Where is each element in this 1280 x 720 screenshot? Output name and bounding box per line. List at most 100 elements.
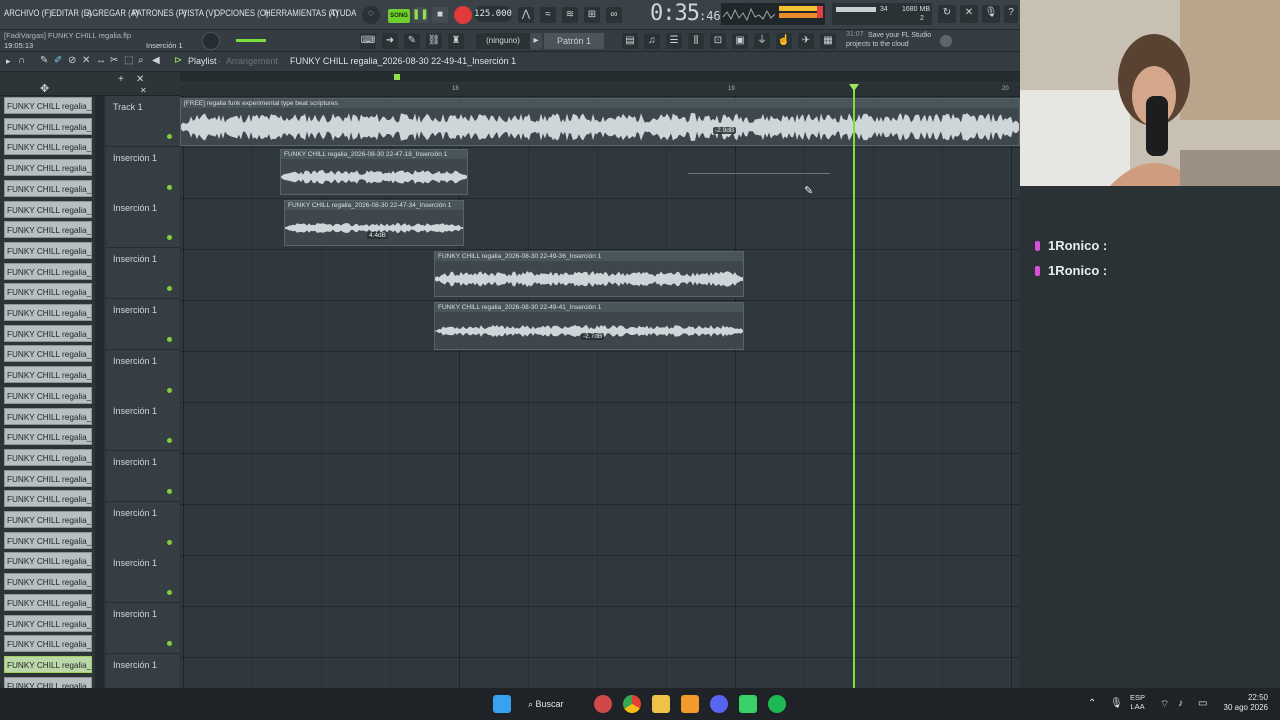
track-header[interactable]: Track 1 <box>106 96 180 147</box>
picker-item[interactable]: FUNKY CHILL regalia_202... <box>4 573 92 591</box>
step-edit-icon[interactable]: ⊞ <box>584 7 600 23</box>
pattern-selector[interactable]: Patrón 1 <box>544 33 604 49</box>
track-name[interactable]: Track 1 <box>113 102 143 112</box>
move-icon[interactable]: ✥ <box>40 82 49 95</box>
playhead[interactable] <box>853 84 855 688</box>
slice-tool-icon[interactable]: ✂ <box>110 55 118 66</box>
menu-vista[interactable]: VISTA (V) <box>182 8 216 19</box>
menu-patrones[interactable]: PATRONES (P) <box>132 8 186 19</box>
channel-select[interactable]: (ninguno) <box>476 33 530 49</box>
track-led-icon[interactable] <box>167 134 172 139</box>
slip-tool-icon[interactable]: ↔ <box>96 55 106 66</box>
add-track-icon[interactable]: + <box>118 74 124 85</box>
stamp-icon[interactable]: ♜ <box>448 33 464 49</box>
track-name[interactable]: Inserción 1 <box>113 508 157 518</box>
track-name[interactable]: Inserción 1 <box>113 356 157 366</box>
picker-item[interactable]: FUNKY CHILL regalia_202... <box>4 552 92 570</box>
track-header[interactable]: Inserción 1 <box>106 248 180 300</box>
taskbar-clock[interactable]: 22:50 30 ago 2026 <box>1220 693 1269 713</box>
tempo-display[interactable]: 125.000 <box>474 6 512 22</box>
link-icon[interactable]: ⛓ <box>426 33 442 49</box>
undo-icon[interactable]: ↻ <box>938 5 956 23</box>
record-button[interactable]: ● <box>454 6 472 24</box>
track-name[interactable]: Inserción 1 <box>113 609 157 619</box>
paint-tool-icon[interactable]: ✐ <box>54 55 62 66</box>
picker-item[interactable]: FUNKY CHILL regalia_202... <box>4 593 92 611</box>
wifi-icon[interactable]: ⌔ <box>1160 698 1169 711</box>
track-led-icon[interactable] <box>167 590 172 596</box>
stop-button[interactable]: ■ <box>432 7 448 23</box>
picker-item[interactable]: FUNKY CHILL regalia_202... <box>4 635 92 653</box>
track-name[interactable]: Inserción 1 <box>113 558 157 568</box>
track-led-icon[interactable] <box>167 641 172 646</box>
track-name[interactable]: Inserción 1 <box>113 305 157 315</box>
battery-icon[interactable]: ▭ <box>1198 698 1207 709</box>
picker-item[interactable]: FUNKY CHILL regalia_202... <box>4 511 92 528</box>
taskbar-search[interactable]: ⌕ Buscar <box>528 694 576 714</box>
track-header[interactable]: Inserción 1 <box>106 400 180 452</box>
metronome-icon[interactable]: ⋀ <box>518 7 534 23</box>
input-language[interactable]: ESP LAA <box>1130 693 1145 711</box>
picker-item[interactable]: FUNKY CHILL regalia_202... <box>4 262 92 280</box>
picker-item[interactable]: FUNKY CHILL regalia_202... <box>4 179 92 197</box>
picker-scrollbar[interactable] <box>95 96 104 688</box>
track-name[interactable]: Inserción 1 <box>113 457 157 467</box>
audio-clip[interactable]: FUNKY CHILL regalia_2026-08-30 22-49-41_… <box>434 302 744 350</box>
audio-clip[interactable]: FUNKY CHILL regalia_2026-08-30 22-47-18_… <box>280 149 468 195</box>
playlist-icon[interactable]: ▤ <box>622 33 638 49</box>
menu-agregar[interactable]: AGREGAR (A) <box>87 8 139 19</box>
picker-item[interactable]: FUNKY CHILL regalia_202... <box>4 304 92 321</box>
track-name[interactable]: Inserción 1 <box>113 153 157 163</box>
picker-item[interactable]: FUNKY CHILL regalia_202... <box>4 138 92 156</box>
chrome-icon[interactable] <box>623 695 641 713</box>
arrangement-label[interactable]: Arrangement <box>226 56 278 66</box>
picker-item[interactable]: FUNKY CHILL regalia_202... <box>4 448 92 466</box>
arrow-right-icon[interactable]: ➜ <box>382 33 398 49</box>
track-header[interactable]: Inserción 1 <box>106 197 180 249</box>
close-icon[interactable]: ✕ <box>136 74 144 85</box>
picker-item[interactable]: FUNKY CHILL regalia_202... <box>4 490 92 508</box>
file-explorer-icon[interactable] <box>652 695 670 713</box>
mixer-icon[interactable]: ⫼ <box>688 33 704 49</box>
channel-select-arrow-icon[interactable]: ▸ <box>530 33 542 49</box>
audio-clip-beat[interactable]: [FREE] regalia funk experimental type be… <box>180 98 1020 146</box>
magnet-icon[interactable]: ∩ <box>18 55 25 66</box>
track-header[interactable]: Inserción 1 <box>106 552 180 604</box>
track-name[interactable]: Inserción 1 <box>113 406 157 416</box>
picker-item[interactable]: FUNKY CHILL regalia_202... <box>4 655 92 673</box>
track-led-icon[interactable] <box>167 387 172 393</box>
touch-icon[interactable]: ☝ <box>776 33 792 49</box>
plug-icon[interactable]: ⏚ <box>754 33 770 49</box>
master-volume-knob[interactable] <box>202 32 220 50</box>
playhead-marker-icon[interactable] <box>849 84 859 91</box>
track-header[interactable]: Inserción 1 <box>106 349 180 401</box>
kick-icon[interactable] <box>739 695 757 713</box>
menu-ayuda[interactable]: AYUDA <box>330 8 356 19</box>
typing-keyboard-icon[interactable]: ⌨ <box>360 33 376 49</box>
track-header[interactable]: Inserción 1 <box>106 450 180 502</box>
track-led-icon[interactable] <box>167 539 172 545</box>
overview-strip[interactable] <box>180 72 1020 82</box>
picker-item[interactable]: FUNKY CHILL regalia_202... <box>4 614 92 632</box>
track-led-icon[interactable] <box>167 438 172 444</box>
picker-item[interactable]: FUNKY CHILL regalia_202... <box>4 407 92 425</box>
picker-item[interactable]: FUNKY CHILL regalia_202... <box>4 283 92 301</box>
spotify-icon[interactable] <box>768 695 786 713</box>
master-pitch-slider[interactable] <box>236 39 266 42</box>
piano-roll-icon[interactable]: ♫ <box>644 33 660 49</box>
tray-mic-icon[interactable]: 🎙 <box>1110 698 1123 709</box>
mic-icon[interactable]: 🎙 <box>982 5 1000 23</box>
song-mode-toggle[interactable]: SONG <box>388 9 410 23</box>
picker-item[interactable]: FUNKY CHILL regalia_202... <box>4 366 92 384</box>
volume-icon[interactable]: ♪ <box>1178 698 1183 709</box>
time-ruler[interactable]: 18 19 20 <box>180 84 1020 96</box>
picker-item[interactable]: FUNKY CHILL regalia_202... <box>4 159 92 177</box>
tools-icon[interactable]: ✕ <box>960 5 978 23</box>
brush-icon[interactable]: ✎ <box>404 33 420 49</box>
select-tool-icon[interactable]: ⬚ <box>124 55 133 66</box>
track-header[interactable]: Inserción 1 <box>106 146 180 198</box>
channel-rack-icon[interactable]: ☰ <box>666 33 682 49</box>
wait-record-icon[interactable]: ≈ <box>540 7 556 23</box>
audio-clip[interactable]: FUNKY CHILL regalia_2026-08-30 22-49-36_… <box>434 251 744 297</box>
picker-item[interactable]: FUNKY CHILL regalia_202... <box>4 97 92 114</box>
